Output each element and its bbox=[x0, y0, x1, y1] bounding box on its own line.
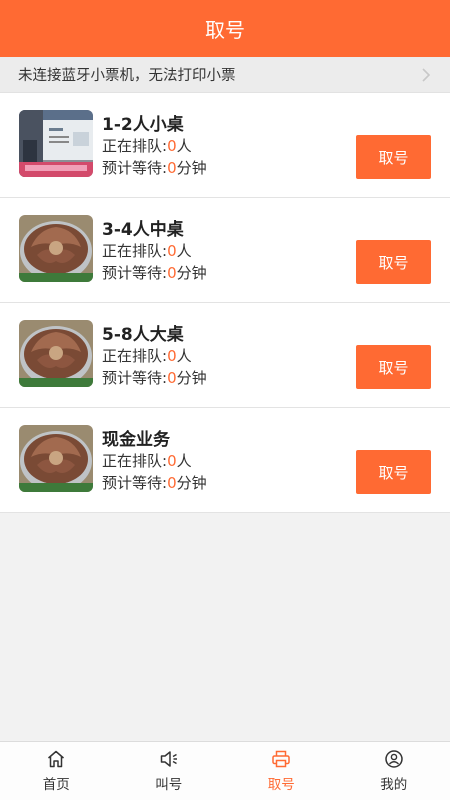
waiting-count: 正在排队:0人 bbox=[102, 137, 192, 155]
speaker-icon bbox=[160, 751, 177, 767]
waiting-number: 0 bbox=[167, 347, 177, 365]
waiting-count: 正在排队:0人 bbox=[102, 452, 192, 470]
list-item: 3-4人中桌 正在排队:0人 预计等待:0分钟 取号 bbox=[0, 198, 450, 303]
store-photo bbox=[19, 110, 93, 177]
tab-call-number[interactable]: 叫号 bbox=[113, 742, 226, 800]
estimated-wait: 预计等待:0分钟 bbox=[102, 264, 207, 282]
take-number-button[interactable]: 取号 bbox=[356, 450, 431, 494]
bluetooth-printer-notice[interactable]: 未连接蓝牙小票机，无法打印小票 bbox=[0, 57, 450, 93]
table-title: 5-8人大桌 bbox=[102, 325, 184, 345]
tab-label: 叫号 bbox=[155, 777, 183, 793]
list-item: 5-8人大桌 正在排队:0人 预计等待:0分钟 取号 bbox=[0, 303, 450, 408]
list-item: 1-2人小桌 正在排队:0人 预计等待:0分钟 取号 bbox=[0, 93, 450, 198]
table-title: 3-4人中桌 bbox=[102, 220, 184, 240]
wait-minutes: 0 bbox=[167, 369, 177, 387]
notice-text: 未连接蓝牙小票机，无法打印小票 bbox=[18, 68, 236, 84]
chevron-right-icon bbox=[422, 67, 431, 82]
estimated-wait: 预计等待:0分钟 bbox=[102, 159, 207, 177]
user-icon bbox=[385, 750, 403, 768]
list-item: 现金业务 正在排队:0人 预计等待:0分钟 取号 bbox=[0, 408, 450, 513]
grill-dish-photo bbox=[19, 425, 93, 492]
table-title: 1-2人小桌 bbox=[102, 115, 184, 135]
estimated-wait: 预计等待:0分钟 bbox=[102, 474, 207, 492]
waiting-number: 0 bbox=[167, 242, 177, 260]
header-bar: 取号 bbox=[0, 0, 450, 57]
table-title: 现金业务 bbox=[102, 430, 170, 450]
table-type-list: 1-2人小桌 正在排队:0人 预计等待:0分钟 取号 3-4人中桌 正在排队:0… bbox=[0, 93, 450, 513]
printer-icon bbox=[272, 750, 290, 768]
tab-profile[interactable]: 我的 bbox=[338, 742, 450, 800]
take-number-button[interactable]: 取号 bbox=[356, 135, 431, 179]
home-icon bbox=[48, 750, 65, 768]
grill-dish-photo bbox=[19, 320, 93, 387]
tab-home[interactable]: 首页 bbox=[0, 742, 113, 800]
waiting-count: 正在排队:0人 bbox=[102, 347, 192, 365]
take-number-button[interactable]: 取号 bbox=[356, 240, 431, 284]
wait-minutes: 0 bbox=[167, 474, 177, 492]
wait-minutes: 0 bbox=[167, 264, 177, 282]
grill-dish-photo bbox=[19, 215, 93, 282]
take-number-button[interactable]: 取号 bbox=[356, 345, 431, 389]
estimated-wait: 预计等待:0分钟 bbox=[102, 369, 207, 387]
tab-label: 首页 bbox=[42, 777, 70, 793]
tab-label: 我的 bbox=[380, 777, 408, 793]
waiting-number: 0 bbox=[167, 452, 177, 470]
tab-label: 取号 bbox=[267, 777, 295, 793]
waiting-count: 正在排队:0人 bbox=[102, 242, 192, 260]
page-title: 取号 bbox=[205, 18, 245, 42]
waiting-number: 0 bbox=[167, 137, 177, 155]
bottom-tab-bar: 首页 叫号 取号 我的 bbox=[0, 741, 450, 800]
wait-minutes: 0 bbox=[167, 159, 177, 177]
tab-take-number[interactable]: 取号 bbox=[225, 742, 338, 800]
